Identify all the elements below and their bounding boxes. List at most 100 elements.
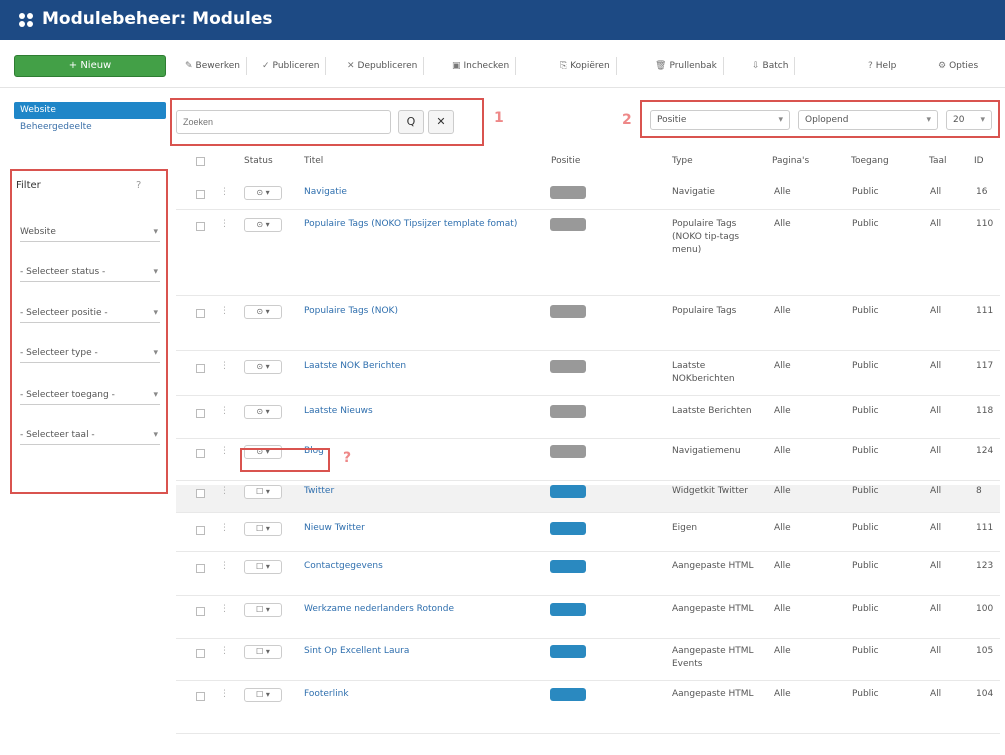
filter-position[interactable]: - Selecteer positie - ▾ bbox=[20, 303, 160, 323]
filter-type[interactable]: - Selecteer type - ▾ bbox=[20, 343, 160, 363]
help-icon: ? bbox=[136, 180, 142, 191]
clear-button[interactable]: ✕ bbox=[428, 110, 454, 134]
search-button[interactable]: Q bbox=[398, 110, 424, 134]
module-title[interactable]: Populaire Tags (NOKO Tipsijzer template … bbox=[304, 218, 534, 231]
col-id[interactable]: ID bbox=[974, 156, 984, 166]
col-language[interactable]: Taal bbox=[929, 156, 947, 166]
trash-button[interactable]: 🗑 Prullenbak bbox=[655, 57, 724, 75]
subnav-admin[interactable]: Beheergedeelte bbox=[14, 119, 166, 135]
row-checkbox[interactable] bbox=[196, 190, 205, 199]
module-language: All bbox=[930, 689, 942, 699]
status-toggle[interactable]: ☐ ▾ bbox=[244, 688, 282, 702]
chevron-down-icon: ▾ bbox=[778, 115, 783, 125]
new-button[interactable]: + Nieuw bbox=[14, 55, 166, 77]
table-row[interactable]: ⋮ ⊙ ▾ Populaire Tags (NOK) Populaire Tag… bbox=[176, 305, 1000, 351]
module-title[interactable]: Populaire Tags (NOK) bbox=[304, 305, 534, 318]
drag-handle-icon[interactable]: ⋮ bbox=[220, 218, 229, 231]
status-toggle[interactable]: ☐ ▾ bbox=[244, 522, 282, 536]
drag-handle-icon[interactable]: ⋮ bbox=[220, 485, 229, 498]
drag-handle-icon[interactable]: ⋮ bbox=[220, 560, 229, 573]
drag-handle-icon[interactable]: ⋮ bbox=[220, 360, 229, 373]
status-toggle[interactable]: ☐ ▾ bbox=[244, 485, 282, 499]
table-row[interactable]: ⋮ ☐ ▾ Nieuw Twitter Eigen Alle Public Al… bbox=[176, 522, 1000, 552]
module-title[interactable]: Twitter bbox=[304, 485, 534, 498]
status-toggle[interactable]: ⊙ ▾ bbox=[244, 305, 282, 319]
module-language: All bbox=[930, 306, 942, 316]
drag-handle-icon[interactable]: ⋮ bbox=[220, 445, 229, 458]
table-row[interactable]: ⋮ ☐ ▾ Twitter Widgetkit Twitter Alle Pub… bbox=[176, 485, 1000, 513]
edit-button[interactable]: ✎ Bewerken bbox=[185, 57, 247, 75]
module-title[interactable]: Footerlink bbox=[304, 688, 534, 701]
checkin-button[interactable]: ▣ Inchecken bbox=[452, 57, 517, 75]
table-row[interactable]: ⋮ ⊙ ▾ Navigatie Navigatie Alle Public Al… bbox=[176, 186, 1000, 210]
row-checkbox[interactable] bbox=[196, 607, 205, 616]
position-select[interactable]: Positie ▾ bbox=[650, 110, 790, 130]
row-checkbox[interactable] bbox=[196, 364, 205, 373]
subnav-site[interactable]: Website bbox=[14, 102, 166, 119]
col-access[interactable]: Toegang bbox=[851, 156, 889, 166]
drag-handle-icon[interactable]: ⋮ bbox=[220, 522, 229, 535]
module-title[interactable]: Contactgegevens bbox=[304, 560, 534, 573]
publish-button[interactable]: ✓ Publiceren bbox=[262, 57, 327, 75]
module-title[interactable]: Sint Op Excellent Laura bbox=[304, 645, 534, 658]
status-toggle[interactable]: ⊙ ▾ bbox=[244, 405, 282, 419]
copy-button[interactable]: ⎘ Kopiëren bbox=[560, 57, 617, 75]
module-title[interactable]: Laatste Nieuws bbox=[304, 405, 534, 418]
col-title[interactable]: Titel bbox=[304, 156, 323, 166]
col-pages[interactable]: Pagina's bbox=[772, 156, 809, 166]
row-checkbox[interactable] bbox=[196, 526, 205, 535]
module-title[interactable]: Blog bbox=[304, 445, 534, 458]
help-button[interactable]: ? Help bbox=[868, 57, 902, 75]
col-position[interactable]: Positie bbox=[551, 156, 580, 166]
table-row[interactable]: ⋮ ☐ ▾ Werkzame nederlanders Rotonde Aang… bbox=[176, 603, 1000, 639]
col-status[interactable]: Status bbox=[244, 156, 273, 166]
row-checkbox[interactable] bbox=[196, 309, 205, 318]
row-checkbox[interactable] bbox=[196, 222, 205, 231]
table-row[interactable]: ⋮ ☐ ▾ Footerlink Aangepaste HTML Alle Pu… bbox=[176, 688, 1000, 734]
filter-access[interactable]: - Selecteer toegang - ▾ bbox=[20, 385, 160, 405]
status-toggle[interactable]: ☐ ▾ bbox=[244, 645, 282, 659]
status-toggle[interactable]: ⊙ ▾ bbox=[244, 186, 282, 200]
ordering-select[interactable]: Oplopend ▾ bbox=[798, 110, 938, 130]
position-badge bbox=[550, 560, 586, 573]
filter-client[interactable]: Website ▾ bbox=[20, 222, 160, 242]
col-type[interactable]: Type bbox=[672, 156, 693, 166]
table-row[interactable]: ⋮ ☐ ▾ Contactgegevens Aangepaste HTML Al… bbox=[176, 560, 1000, 596]
status-toggle[interactable]: ☐ ▾ bbox=[244, 603, 282, 617]
row-checkbox[interactable] bbox=[196, 409, 205, 418]
module-title[interactable]: Werkzame nederlanders Rotonde bbox=[304, 603, 534, 616]
table-row[interactable]: ⋮ ⊙ ▾ Laatste NOK Berichten Laatste NOKb… bbox=[176, 360, 1000, 396]
row-checkbox[interactable] bbox=[196, 489, 205, 498]
module-type: Laatste NOKberichten bbox=[672, 361, 735, 384]
row-checkbox[interactable] bbox=[196, 692, 205, 701]
module-title[interactable]: Laatste NOK Berichten bbox=[304, 360, 534, 373]
filter-language[interactable]: - Selecteer taal - ▾ bbox=[20, 425, 160, 445]
module-title[interactable]: Navigatie bbox=[304, 186, 534, 199]
batch-button[interactable]: ⇩ Batch bbox=[752, 57, 796, 75]
status-toggle[interactable]: ☐ ▾ bbox=[244, 560, 282, 574]
table-row[interactable]: ⋮ ☐ ▾ Sint Op Excellent Laura Aangepaste… bbox=[176, 645, 1000, 681]
row-checkbox[interactable] bbox=[196, 449, 205, 458]
drag-handle-icon[interactable]: ⋮ bbox=[220, 405, 229, 418]
drag-handle-icon[interactable]: ⋮ bbox=[220, 603, 229, 616]
filter-status[interactable]: - Selecteer status - ▾ bbox=[20, 262, 160, 282]
module-title[interactable]: Nieuw Twitter bbox=[304, 522, 534, 535]
table-row[interactable]: ⋮ ⊙ ▾ Laatste Nieuws Laatste Berichten A… bbox=[176, 405, 1000, 439]
row-checkbox[interactable] bbox=[196, 564, 205, 573]
status-toggle[interactable]: ⊙ ▾ bbox=[244, 360, 282, 374]
drag-handle-icon[interactable]: ⋮ bbox=[220, 305, 229, 318]
drag-handle-icon[interactable]: ⋮ bbox=[220, 645, 229, 658]
options-button[interactable]: ⚙ Opties bbox=[938, 57, 984, 75]
position-badge bbox=[550, 485, 586, 498]
chevron-down-icon: ▾ bbox=[153, 267, 158, 277]
drag-handle-icon[interactable]: ⋮ bbox=[220, 688, 229, 701]
select-all-checkbox[interactable] bbox=[196, 157, 205, 166]
search-input[interactable] bbox=[176, 110, 391, 134]
limit-select[interactable]: 20 ▾ bbox=[946, 110, 992, 130]
module-id: 16 bbox=[976, 187, 988, 197]
row-checkbox[interactable] bbox=[196, 649, 205, 658]
table-row[interactable]: ⋮ ⊙ ▾ Populaire Tags (NOKO Tipsijzer tem… bbox=[176, 218, 1000, 296]
drag-handle-icon[interactable]: ⋮ bbox=[220, 186, 229, 199]
unpublish-button[interactable]: ✕ Depubliceren bbox=[347, 57, 425, 75]
status-toggle[interactable]: ⊙ ▾ bbox=[244, 218, 282, 232]
